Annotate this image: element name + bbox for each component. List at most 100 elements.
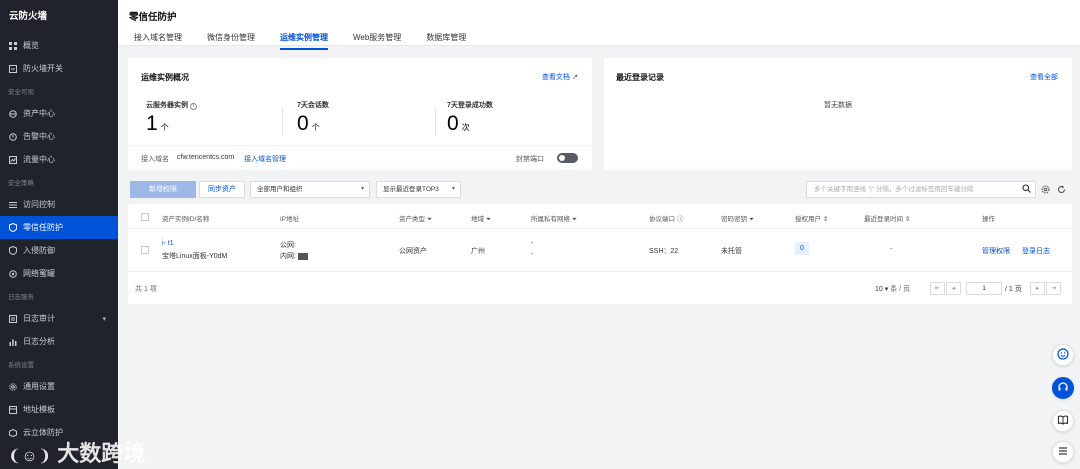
chevron-down-icon: ▾ [102, 315, 106, 323]
sync-assets-button[interactable]: 同步资产 [199, 181, 245, 198]
domain-value: cfw.tencentcs.com [177, 154, 235, 161]
sidebar-item-label: 访问控制 [23, 200, 55, 209]
traffic-icon [8, 155, 17, 164]
login-records-title: 最近登录记录 [616, 73, 664, 82]
stat-number: 0 [297, 112, 309, 135]
page-input[interactable]: 1 [966, 282, 1002, 295]
sidebar-item-traffic[interactable]: 流量中心 [0, 148, 118, 171]
select-all-checkbox[interactable] [141, 213, 149, 221]
instance-table: 资产实例ID/名称 IP地址 资产类型 ⏷ 地域 ⏷ 所属私有网络 ⏷ 协议端口… [128, 204, 1072, 304]
view-all-link[interactable]: 查看全部 [1030, 72, 1058, 82]
manage-permission-link[interactable]: 管理权限 [982, 246, 1010, 256]
column-header-vpc[interactable]: 所属私有网络 ⏷ [531, 213, 577, 224]
tab-database[interactable]: 数据库管理 [426, 32, 466, 50]
docs-book-button[interactable] [1052, 410, 1074, 432]
stat-label-instances: 云服务器实例 i [146, 100, 197, 110]
ip-private-label: 内网: [280, 253, 296, 260]
auth-users-badge[interactable]: 0 [795, 242, 809, 255]
tab-ops-instance[interactable]: 运维实例管理 [280, 32, 328, 50]
sidebar-item-intrusion[interactable]: 入侵防御 [0, 239, 118, 262]
sidebar-item-log-audit[interactable]: 日志审计 ▾ [0, 307, 118, 330]
ip-private: 内网: [280, 251, 308, 261]
list-icon [1057, 445, 1069, 459]
sidebar-item-label: 告警中心 [23, 132, 55, 141]
column-header-type[interactable]: 资产类型 ⏷ [399, 213, 432, 224]
docs-link[interactable]: 查看文档 [542, 74, 570, 81]
prev-page-button[interactable]: ◂ [946, 282, 961, 295]
sidebar-item-overview[interactable]: 概览 [0, 34, 118, 57]
stat-unit: 个 [160, 123, 169, 132]
login-log-link[interactable]: 登录日志 [1022, 246, 1050, 256]
template-icon [8, 405, 17, 414]
page-size-select[interactable]: 10 ▾ 条 / 页 [875, 284, 910, 294]
sidebar-item-label: 流量中心 [23, 155, 55, 164]
last-page-button[interactable]: ⇥ [1046, 282, 1061, 295]
first-page-button[interactable]: ⇤ [930, 282, 945, 295]
filter-icon[interactable]: ⏷ [572, 216, 577, 223]
add-permission-button[interactable]: 新增权限 [130, 181, 196, 198]
sort-icon[interactable]: ⇕ [905, 216, 910, 223]
secret-status: 未托管 [721, 248, 742, 255]
sidebar-item-log-analysis[interactable]: 日志分析 [0, 330, 118, 353]
filter-icon[interactable]: ⏷ [486, 216, 491, 223]
column-header-users[interactable]: 授权用户 ⇕ [795, 213, 828, 223]
shield-check-icon [8, 246, 17, 255]
filter-icon[interactable]: ⏷ [427, 216, 432, 223]
search-input[interactable]: 多个关键字用竖线 "|" 分隔，多个过滤标签用回车键分隔 [806, 181, 1036, 198]
instance-id-link[interactable]: i- t1 [162, 240, 174, 247]
next-page-button[interactable]: ▸ [1030, 282, 1045, 295]
tab-wechat-identity[interactable]: 微信身份管理 [207, 32, 255, 50]
sidebar-item-honeypot[interactable]: 网络蜜罐 [0, 262, 118, 285]
redacted-block [297, 252, 308, 260]
sidebar-item-alerts[interactable]: 告警中心 [0, 125, 118, 148]
vpc-line-2: - [531, 251, 534, 258]
stat-label-sessions: 7天会话数 [297, 102, 329, 109]
sidebar-item-address-template[interactable]: 地址模板 [0, 398, 118, 421]
last-login: - [890, 246, 893, 253]
page-title: 零信任防护 [129, 12, 177, 23]
tab-bar: 接入域名管理 微信身份管理 运维实例管理 Web服务管理 数据库管理 [134, 32, 491, 50]
menu-list-button[interactable] [1052, 441, 1074, 463]
column-label: 地域 [471, 216, 484, 223]
sidebar-item-firewall-switch[interactable]: 防火墙开关 [0, 57, 118, 80]
feedback-smile-button[interactable] [1052, 344, 1074, 366]
select-value: 全部用户和组织 [257, 186, 303, 193]
sidebar-item-assets[interactable]: 资产中心 [0, 102, 118, 125]
info-icon: ⓘ [676, 216, 684, 223]
top-filter-select[interactable]: 显示最近登录TOP3 ▾ [376, 181, 461, 198]
filter-icon[interactable]: ⏷ [749, 216, 754, 223]
tab-web-service[interactable]: Web服务管理 [353, 32, 401, 50]
chevron-down-icon: ▾ [360, 186, 364, 192]
sidebar-item-access-control[interactable]: 访问控制 [0, 193, 118, 216]
login-records-card: 最近登录记录 查看全部 暂无数据 [604, 58, 1072, 170]
refresh-icon[interactable] [1057, 185, 1066, 196]
sidebar-item-label: 日志审计 [23, 314, 55, 323]
user-filter-select[interactable]: 全部用户和组织 ▾ [250, 181, 370, 198]
column-label: 授权用户 [795, 216, 821, 223]
docs-link-wrap[interactable]: 查看文档 ↗ [542, 72, 578, 82]
domain-manage-link[interactable]: 接入域名管理 [244, 154, 286, 164]
column-header-region[interactable]: 地域 ⏷ [471, 213, 491, 224]
nav-group-log: 日志服务 [8, 294, 34, 301]
sidebar-item-zero-trust[interactable]: 零信任防护 [0, 216, 118, 239]
divider [282, 108, 283, 136]
table-header: 资产实例ID/名称 IP地址 资产类型 ⏷ 地域 ⏷ 所属私有网络 ⏷ 协议端口… [128, 204, 1072, 229]
sidebar-item-label: 防火墙开关 [23, 64, 63, 73]
port-toggle[interactable] [557, 153, 578, 163]
stat-value-logins: 0次 [447, 112, 470, 136]
sort-icon[interactable]: ⇕ [823, 216, 828, 223]
customer-service-button[interactable] [1052, 377, 1074, 399]
column-header-secret[interactable]: 密码密钥 ⏷ [721, 213, 754, 224]
search-icon[interactable] [1022, 184, 1031, 199]
tab-domain-management[interactable]: 接入域名管理 [134, 32, 182, 50]
gear-icon[interactable] [1041, 185, 1050, 196]
sidebar-item-label: 入侵防御 [23, 246, 55, 255]
bar-chart-icon [8, 337, 17, 346]
sidebar: 云防火墙 概览 防火墙开关 安全可视 资产中心 告警中心 流量中心 安全策略 访… [0, 0, 118, 469]
sidebar-item-general-settings[interactable]: 通用设置 [0, 375, 118, 398]
total-count: 共 1 项 [135, 286, 157, 293]
column-header-last-login[interactable]: 最近登录时间 ⇕ [864, 213, 910, 223]
table-row: i- t1 宝塔Linux面板-Y0dM 公网: 内网: 公网资产 广州 - -… [128, 229, 1072, 272]
stat-value-instances: 1个 [146, 112, 169, 136]
row-checkbox[interactable] [141, 246, 149, 254]
